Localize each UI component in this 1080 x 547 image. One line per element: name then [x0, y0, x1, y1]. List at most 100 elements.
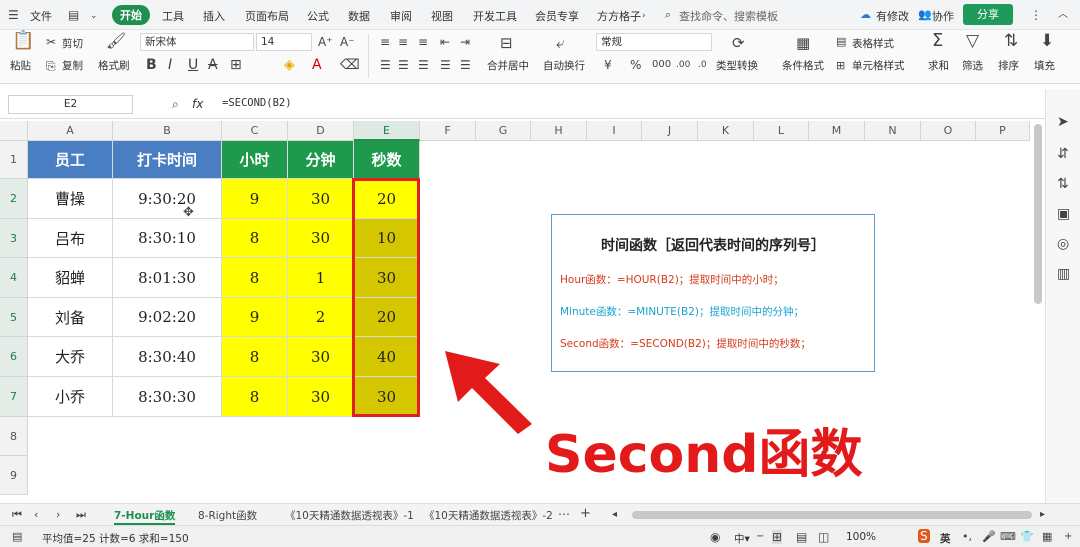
- row-header-5[interactable]: 5: [0, 298, 28, 337]
- zoom-in-icon[interactable]: +: [1064, 530, 1072, 544]
- cell-style-button[interactable]: 单元格样式: [852, 58, 905, 73]
- type-convert-icon[interactable]: ⟳: [732, 36, 745, 51]
- scroll-left-icon[interactable]: ◂: [612, 508, 617, 522]
- more-sheets-icon[interactable]: ⋯: [558, 507, 570, 521]
- filter-button[interactable]: 筛选: [962, 58, 983, 73]
- table-cell[interactable]: 貂蝉: [28, 258, 113, 298]
- cond-format-icon[interactable]: ▦: [796, 36, 810, 51]
- page-layout-icon[interactable]: ▤: [796, 530, 807, 544]
- table-cell[interactable]: 1: [288, 258, 354, 298]
- font-grow-icon[interactable]: A⁺: [318, 35, 333, 49]
- punct-icon[interactable]: •,: [962, 530, 972, 544]
- collapse-icon[interactable]: ︿: [1058, 8, 1068, 22]
- table-cell[interactable]: 30: [288, 337, 354, 377]
- prev-sheet-icon[interactable]: ‹: [34, 508, 38, 522]
- row-header-2[interactable]: 2: [0, 179, 28, 219]
- column-header-d[interactable]: D: [288, 121, 354, 141]
- table-cell[interactable]: 8: [222, 337, 288, 377]
- next-sheet-icon[interactable]: ›: [56, 508, 60, 522]
- font-shrink-icon[interactable]: A⁻: [340, 35, 355, 49]
- row-header-6[interactable]: 6: [0, 337, 28, 377]
- header-minute[interactable]: 分钟: [288, 141, 354, 179]
- fill-button[interactable]: 填充: [1034, 58, 1055, 73]
- hamburger-icon[interactable]: ☰: [8, 8, 19, 22]
- column-header-g[interactable]: G: [476, 121, 531, 141]
- font-size-select[interactable]: 14: [256, 33, 312, 51]
- zoom-out-icon[interactable]: −: [756, 530, 764, 544]
- cut-button[interactable]: 剪切: [62, 36, 83, 51]
- location-icon[interactable]: ◎: [1057, 237, 1069, 251]
- italic-icon[interactable]: I: [168, 58, 172, 72]
- last-sheet-icon[interactable]: ⏭: [76, 508, 86, 522]
- column-header-a[interactable]: A: [28, 121, 113, 141]
- decrease-decimal-icon[interactable]: .0: [698, 58, 707, 72]
- table-cell[interactable]: 大乔: [28, 337, 113, 377]
- column-header-n[interactable]: N: [865, 121, 921, 141]
- align-right-icon[interactable]: ☰: [418, 58, 429, 72]
- column-header-k[interactable]: K: [698, 121, 754, 141]
- first-sheet-icon[interactable]: ⏮: [12, 508, 22, 522]
- column-header-c[interactable]: C: [222, 121, 288, 141]
- tab-formulas[interactable]: 公式: [307, 8, 329, 24]
- header-clock-time[interactable]: 打卡时间: [113, 141, 222, 179]
- tab-review[interactable]: 审阅: [390, 8, 412, 24]
- more-icon[interactable]: ⋮: [1030, 8, 1042, 22]
- column-header-h[interactable]: H: [531, 121, 587, 141]
- align-center-icon[interactable]: ☰: [398, 58, 409, 72]
- corner-select-all[interactable]: [0, 121, 28, 141]
- column-header-o[interactable]: O: [921, 121, 976, 141]
- merge-center-button[interactable]: 合并居中: [487, 58, 529, 73]
- table-cell[interactable]: 刘备: [28, 298, 113, 337]
- sheet-tab-hour[interactable]: 7-Hour函数: [114, 508, 176, 525]
- fill-icon[interactable]: ⬇: [1040, 33, 1054, 50]
- name-box[interactable]: E2: [8, 95, 133, 114]
- fx-label[interactable]: fx: [192, 97, 203, 111]
- pointer-icon[interactable]: ➤: [1057, 115, 1069, 129]
- paste-button[interactable]: 粘贴: [10, 58, 31, 73]
- increase-decimal-icon[interactable]: .00: [676, 58, 690, 72]
- indent-increase-icon[interactable]: ⇥: [460, 35, 470, 49]
- table-cell[interactable]: 30: [288, 377, 354, 417]
- chevron-right-icon[interactable]: ›: [642, 9, 646, 23]
- macro-icon[interactable]: ▤: [12, 530, 22, 544]
- sheet-tab-right[interactable]: 8-Right函数: [198, 508, 257, 523]
- number-format-select[interactable]: 常规: [596, 33, 712, 51]
- header-second[interactable]: 秒数: [354, 141, 420, 179]
- language-indicator[interactable]: 中▾: [734, 531, 750, 546]
- row-header-9[interactable]: 9: [0, 456, 28, 495]
- font-color-icon[interactable]: A: [312, 58, 322, 72]
- currency-icon[interactable]: ¥: [604, 58, 612, 72]
- table-style-button[interactable]: 表格样式: [852, 36, 894, 51]
- font-name-select[interactable]: 新宋体: [140, 33, 254, 51]
- table-cell[interactable]: 9:30:20: [113, 179, 222, 219]
- align-middle-icon[interactable]: ≡: [398, 35, 408, 49]
- align-top-icon[interactable]: ≡: [380, 35, 390, 49]
- table-cell[interactable]: 8: [222, 258, 288, 298]
- save-icon[interactable]: ▤: [68, 8, 79, 22]
- table-cell[interactable]: 8: [222, 377, 288, 417]
- search-input[interactable]: 查找命令、搜索模板: [679, 8, 778, 24]
- tab-data[interactable]: 数据: [348, 8, 370, 24]
- justify-icon[interactable]: ☰: [440, 58, 451, 72]
- mic-icon[interactable]: 🎤: [982, 530, 996, 544]
- column-header-p[interactable]: P: [976, 121, 1030, 141]
- row-header-7[interactable]: 7: [0, 377, 28, 417]
- header-employee[interactable]: 员工: [28, 141, 113, 179]
- keyboard-icon[interactable]: ⌨: [1000, 530, 1016, 544]
- table-cell[interactable]: 9: [222, 298, 288, 337]
- chevron-down-icon[interactable]: ⌄: [90, 9, 98, 23]
- tab-home[interactable]: 开始: [112, 5, 150, 25]
- horizontal-scrollbar[interactable]: [632, 511, 1032, 519]
- add-sheet-icon[interactable]: +: [580, 507, 591, 521]
- book-icon[interactable]: ▥: [1057, 267, 1070, 281]
- tab-page-layout[interactable]: 页面布局: [245, 8, 289, 24]
- table-cell[interactable]: 吕布: [28, 219, 113, 258]
- filter-icon[interactable]: ▽: [966, 33, 979, 50]
- sort-icon[interactable]: ⇅: [1004, 33, 1018, 50]
- table-cell[interactable]: 8:30:40: [113, 337, 222, 377]
- tab-ffcell[interactable]: 方方格子: [597, 8, 641, 24]
- collab-button[interactable]: 协作: [932, 8, 954, 24]
- formula-input[interactable]: =SECOND(B2): [222, 97, 292, 109]
- sheet-tab-pivot-2[interactable]: 《10天精通数据透视表》-2: [424, 508, 553, 523]
- column-header-f[interactable]: F: [420, 121, 476, 141]
